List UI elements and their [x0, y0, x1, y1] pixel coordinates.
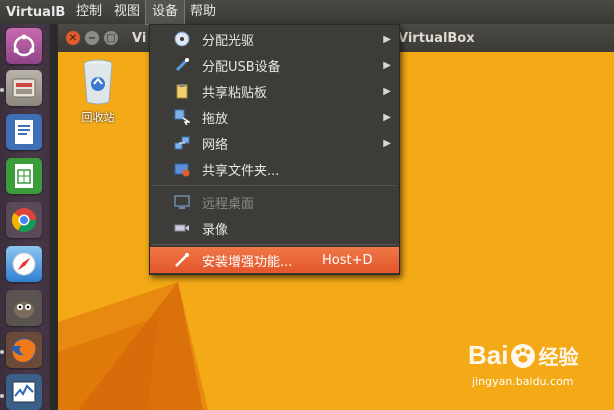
menu-item-usb[interactable]: 分配USB设备 ▶ — [150, 52, 399, 78]
menu-item-label: 安装增强功能... — [202, 254, 293, 270]
chrome-icon[interactable] — [6, 202, 42, 238]
window-title: VirtualBox — [398, 31, 475, 46]
menu-item-label: 分配光驱 — [202, 33, 255, 49]
running-indicator — [0, 88, 4, 92]
menu-item-shared-folders[interactable]: 共享文件夹... — [150, 156, 399, 182]
usb-icon — [174, 57, 190, 73]
writer-icon[interactable] — [6, 114, 42, 150]
menu-view[interactable]: 视图 — [108, 0, 146, 24]
clipboard-icon — [174, 83, 190, 99]
calc-icon[interactable] — [6, 158, 42, 194]
files-icon[interactable] — [6, 70, 42, 106]
install-guest-additions-icon — [174, 252, 190, 268]
submenu-arrow-icon: ▶ — [383, 85, 391, 97]
menu-item-label: 远程桌面 — [202, 196, 255, 212]
menu-item-remote-desktop: 远程桌面 — [150, 189, 399, 215]
menu-item-network[interactable]: 网络 ▶ — [150, 130, 399, 156]
watermark-brand: Bai — [468, 340, 509, 370]
safari-icon[interactable] — [6, 246, 42, 282]
watermark-url: jingyan.baidu.com — [472, 375, 574, 388]
desktop-icon-recycle-bin[interactable]: 回收站 — [78, 56, 118, 125]
menu-item-label: 网络 — [202, 137, 229, 153]
menu-item-shortcut: Host+D — [322, 252, 373, 268]
submenu-arrow-icon: ▶ — [383, 59, 391, 71]
minimize-icon[interactable]: − — [85, 31, 99, 45]
maximize-icon[interactable]: □ — [104, 31, 118, 45]
menu-item-label: 录像 — [202, 222, 229, 238]
devices-dropdown-menu: 分配光驱 ▶ 分配USB设备 ▶ 共享粘贴板 ▶ 拖放 ▶ 网络 ▶ 共享文件夹… — [149, 24, 400, 275]
video-capture-icon — [174, 220, 190, 236]
submenu-arrow-icon: ▶ — [383, 111, 391, 123]
shared-folder-icon — [174, 161, 190, 177]
menu-help[interactable]: 帮助 — [184, 0, 222, 24]
remote-desktop-icon — [174, 194, 190, 210]
optical-disc-icon — [174, 31, 190, 47]
watermark-brand-suffix: 经验 — [538, 347, 579, 369]
desktop-icon-label: 回收站 — [81, 111, 115, 124]
app-name: VirtualB — [6, 4, 66, 20]
menu-item-label: 共享文件夹... — [202, 163, 280, 179]
menu-separator — [152, 185, 397, 186]
ubuntu-dash-icon[interactable] — [6, 28, 42, 64]
menu-item-video-capture[interactable]: 录像 — [150, 215, 399, 241]
running-indicator — [0, 394, 4, 398]
running-indicator — [0, 350, 4, 354]
unity-launcher — [0, 24, 50, 410]
menu-item-optical-drive[interactable]: 分配光驱 ▶ — [150, 26, 399, 52]
system-monitor-icon[interactable] — [6, 374, 42, 410]
menu-devices[interactable]: 设备 — [145, 0, 186, 25]
baidu-paw-icon — [511, 343, 536, 368]
menu-item-label: 共享粘贴板 — [202, 85, 268, 101]
submenu-arrow-icon: ▶ — [383, 137, 391, 149]
window-title-prefix: Vi — [132, 31, 147, 46]
submenu-arrow-icon: ▶ — [383, 33, 391, 45]
menu-separator — [152, 244, 397, 245]
gimp-icon[interactable] — [6, 290, 42, 326]
baidu-jingyan-watermark: Bai 经验 jingyan.baidu.com — [468, 340, 578, 388]
recycle-bin-icon — [83, 59, 113, 105]
menu-item-label: 拖放 — [202, 111, 229, 127]
menu-control[interactable]: 控制 — [70, 0, 108, 24]
menu-item-label: 分配USB设备 — [202, 59, 281, 75]
menu-item-drag-drop[interactable]: 拖放 ▶ — [150, 104, 399, 130]
menu-item-install-guest-additions[interactable]: 安装增强功能... Host+D — [150, 247, 399, 273]
drag-drop-icon — [174, 109, 190, 125]
menu-item-shared-clipboard[interactable]: 共享粘贴板 ▶ — [150, 78, 399, 104]
network-icon — [174, 135, 190, 151]
firefox-icon[interactable] — [6, 332, 42, 368]
top-menu-bar: VirtualB 控制 视图 设备 帮助 — [0, 0, 614, 25]
close-icon[interactable]: ✕ — [66, 31, 80, 45]
